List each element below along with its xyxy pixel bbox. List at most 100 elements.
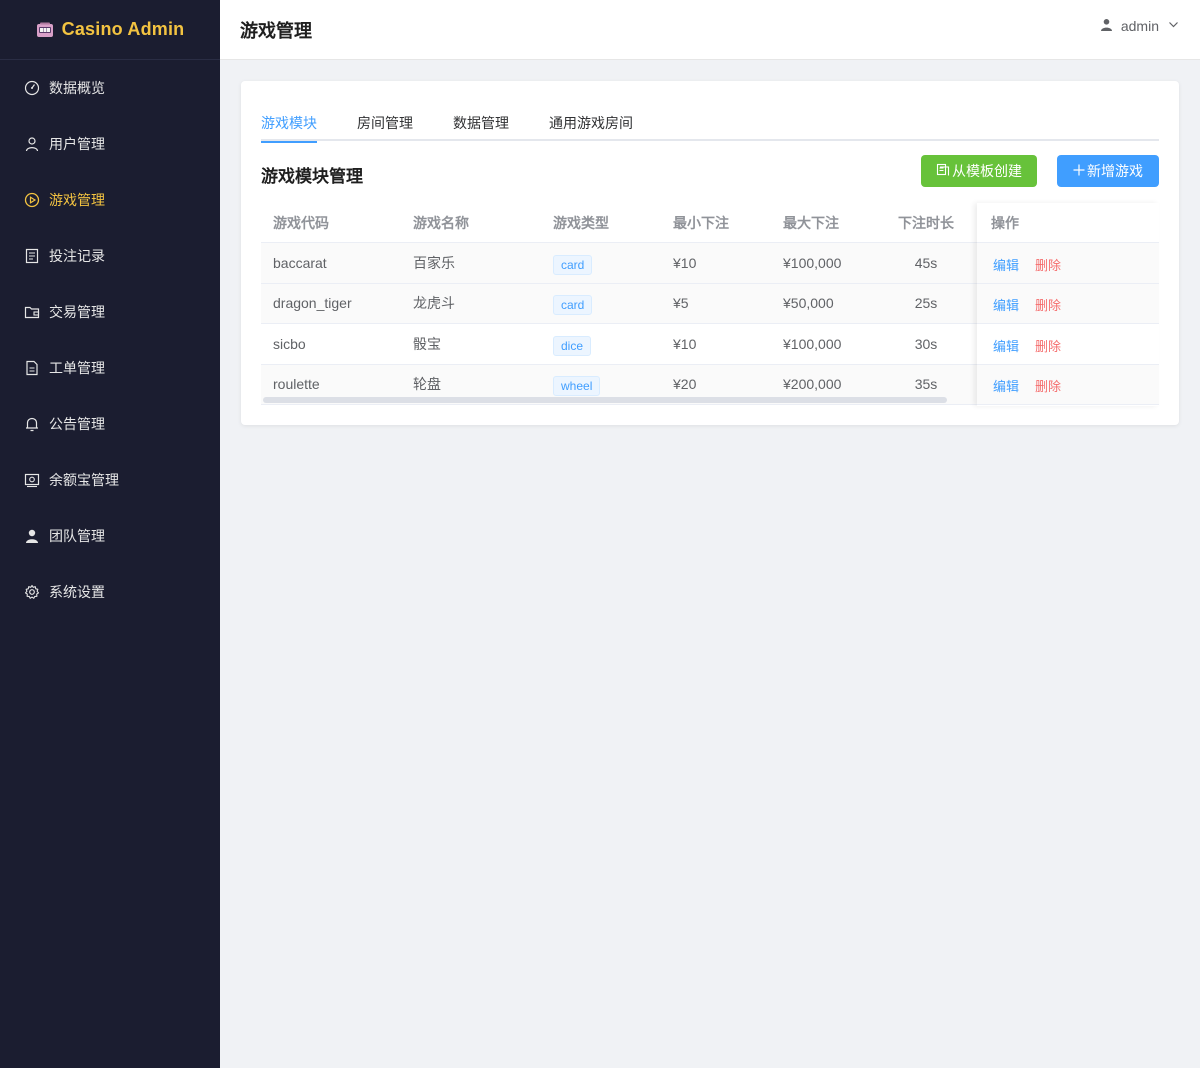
column-header: 游戏代码 xyxy=(273,214,329,231)
column-header: 游戏名称 xyxy=(413,214,469,231)
max-bet: ¥100,000 xyxy=(783,335,842,352)
ticket-icon xyxy=(24,360,40,376)
column-header: 最大下注 xyxy=(783,214,839,231)
bell-icon xyxy=(24,416,40,432)
type-tag: wheel xyxy=(553,376,601,397)
sidebar-item-settings[interactable]: 系统设置 xyxy=(0,564,220,620)
max-bet: ¥100,000 xyxy=(783,254,842,271)
edit-button[interactable]: 编辑 xyxy=(993,336,1019,355)
delete-button[interactable]: 删除 xyxy=(1035,255,1061,274)
game-code: dragon_tiger xyxy=(273,295,352,312)
add-game-button[interactable]: 新增游戏 xyxy=(1057,155,1159,187)
document-icon xyxy=(24,248,40,264)
username: admin xyxy=(1120,17,1159,34)
user-icon xyxy=(24,136,40,152)
table-header: 游戏代码 游戏名称 游戏类型 最小下注 最大下注 下注时长 操作 xyxy=(261,203,1159,243)
delete-button[interactable]: 删除 xyxy=(1035,295,1061,314)
sidebar-menu: 数据概览 用户管理 游戏管理 投注记录 交易管理 工单管理 公告管理 余额宝管理… xyxy=(0,60,220,620)
column-header: 下注时长 xyxy=(898,214,954,231)
user-menu[interactable]: admin xyxy=(1100,18,1180,34)
game-name: 龙虎斗 xyxy=(413,295,455,312)
bet-duration: 25s xyxy=(914,295,938,312)
horizontal-scrollbar[interactable] xyxy=(263,397,947,403)
sidebar-item-transactions[interactable]: 交易管理 xyxy=(0,284,220,340)
game-name: 百家乐 xyxy=(413,254,455,271)
wallet-icon xyxy=(24,304,40,320)
team-icon xyxy=(24,528,40,544)
edit-button[interactable]: 编辑 xyxy=(993,255,1019,274)
sidebar-item-bets[interactable]: 投注记录 xyxy=(0,228,220,284)
user-icon xyxy=(1100,18,1113,34)
money-icon xyxy=(24,472,40,488)
edit-button[interactable]: 编辑 xyxy=(993,295,1019,314)
game-type: dice xyxy=(553,324,592,364)
max-bet: ¥50,000 xyxy=(783,295,834,312)
column-header: 最小下注 xyxy=(673,214,729,231)
column-header: 游戏类型 xyxy=(553,214,609,231)
chevron-down-icon xyxy=(1167,18,1180,34)
sidebar-item-label: 交易管理 xyxy=(49,304,105,320)
sidebar-item-dashboard[interactable]: 数据概览 xyxy=(0,60,220,116)
min-bet: ¥10 xyxy=(673,254,697,271)
brand-title: Casino Admin xyxy=(61,19,185,39)
tab-common-rooms[interactable]: 通用游戏房间 xyxy=(549,113,633,141)
row-actions: 编辑 删除 xyxy=(979,283,1159,323)
sidebar-item-label: 团队管理 xyxy=(49,528,105,544)
sidebar-item-games[interactable]: 游戏管理 xyxy=(0,172,220,228)
sidebar-item-team[interactable]: 团队管理 xyxy=(0,508,220,564)
column-header: 操作 xyxy=(979,203,1159,242)
tabs: 游戏模块 房间管理 数据管理 通用游戏房间 xyxy=(261,111,1159,143)
row-actions: 编辑 删除 xyxy=(979,243,1159,283)
sidebar-item-label: 公告管理 xyxy=(49,416,105,432)
sidebar-item-label: 游戏管理 xyxy=(49,192,105,208)
sidebar-item-tickets[interactable]: 工单管理 xyxy=(0,340,220,396)
sidebar-item-label: 用户管理 xyxy=(49,136,105,152)
game-name: 骰宝 xyxy=(413,335,441,352)
min-bet: ¥10 xyxy=(673,335,697,352)
tab-data[interactable]: 数据管理 xyxy=(453,113,509,141)
sidebar-item-label: 投注记录 xyxy=(49,248,105,264)
delete-button[interactable]: 删除 xyxy=(1035,336,1061,355)
section-title: 游戏模块管理 xyxy=(261,167,363,186)
create-from-template-label: 从模板创建 xyxy=(952,163,1022,179)
gear-icon xyxy=(24,584,40,600)
sidebar: Casino Admin 数据概览 用户管理 游戏管理 投注记录 交易管理 工单… xyxy=(0,0,220,1068)
row-actions: 编辑 删除 xyxy=(979,364,1159,404)
dashboard-icon xyxy=(24,80,40,96)
type-tag: card xyxy=(553,254,593,275)
plus-icon xyxy=(1073,163,1085,179)
play-icon xyxy=(24,192,40,208)
add-game-label: 新增游戏 xyxy=(1087,163,1143,179)
create-from-template-button[interactable]: 从模板创建 xyxy=(921,155,1037,187)
sidebar-item-label: 数据概览 xyxy=(49,80,105,96)
sidebar-item-label: 系统设置 xyxy=(49,584,105,600)
page-title: 游戏管理 xyxy=(240,20,312,41)
sidebar-item-announcements[interactable]: 公告管理 xyxy=(0,396,220,452)
edit-button[interactable]: 编辑 xyxy=(993,376,1019,395)
tab-rooms[interactable]: 房间管理 xyxy=(357,113,413,141)
row-actions: 编辑 删除 xyxy=(979,324,1159,364)
table-row: dragon_tiger 龙虎斗 card ¥5 ¥50,000 25s 编辑 … xyxy=(261,283,1159,324)
game-code: baccarat xyxy=(273,254,327,271)
slot-machine-icon xyxy=(36,22,54,38)
type-tag: dice xyxy=(553,335,592,356)
type-tag: card xyxy=(553,295,593,316)
sidebar-item-label: 工单管理 xyxy=(49,360,105,376)
copy-icon xyxy=(936,163,950,180)
table-row: sicbo 骰宝 dice ¥10 ¥100,000 30s 编辑 删除 xyxy=(261,324,1159,365)
bet-duration: 30s xyxy=(914,335,938,352)
brand[interactable]: Casino Admin xyxy=(0,0,220,60)
game-module-card: 游戏模块 房间管理 数据管理 通用游戏房间 游戏模块管理 从模板创建 新增游戏 … xyxy=(241,81,1179,425)
games-table: 游戏代码 游戏名称 游戏类型 最小下注 最大下注 下注时长 操作 baccara… xyxy=(261,203,1159,405)
min-bet: ¥5 xyxy=(673,295,689,312)
game-type: card xyxy=(553,284,593,324)
game-type: card xyxy=(553,243,593,283)
sidebar-item-users[interactable]: 用户管理 xyxy=(0,116,220,172)
tab-game-modules[interactable]: 游戏模块 xyxy=(261,113,317,143)
top-header: 游戏管理 admin xyxy=(220,0,1200,60)
sidebar-item-label: 余额宝管理 xyxy=(49,472,119,488)
delete-button[interactable]: 删除 xyxy=(1035,376,1061,395)
table-row: baccarat 百家乐 card ¥10 ¥100,000 45s 编辑 删除 xyxy=(261,243,1159,284)
sidebar-item-yuebao[interactable]: 余额宝管理 xyxy=(0,452,220,508)
bet-duration: 45s xyxy=(914,254,938,271)
